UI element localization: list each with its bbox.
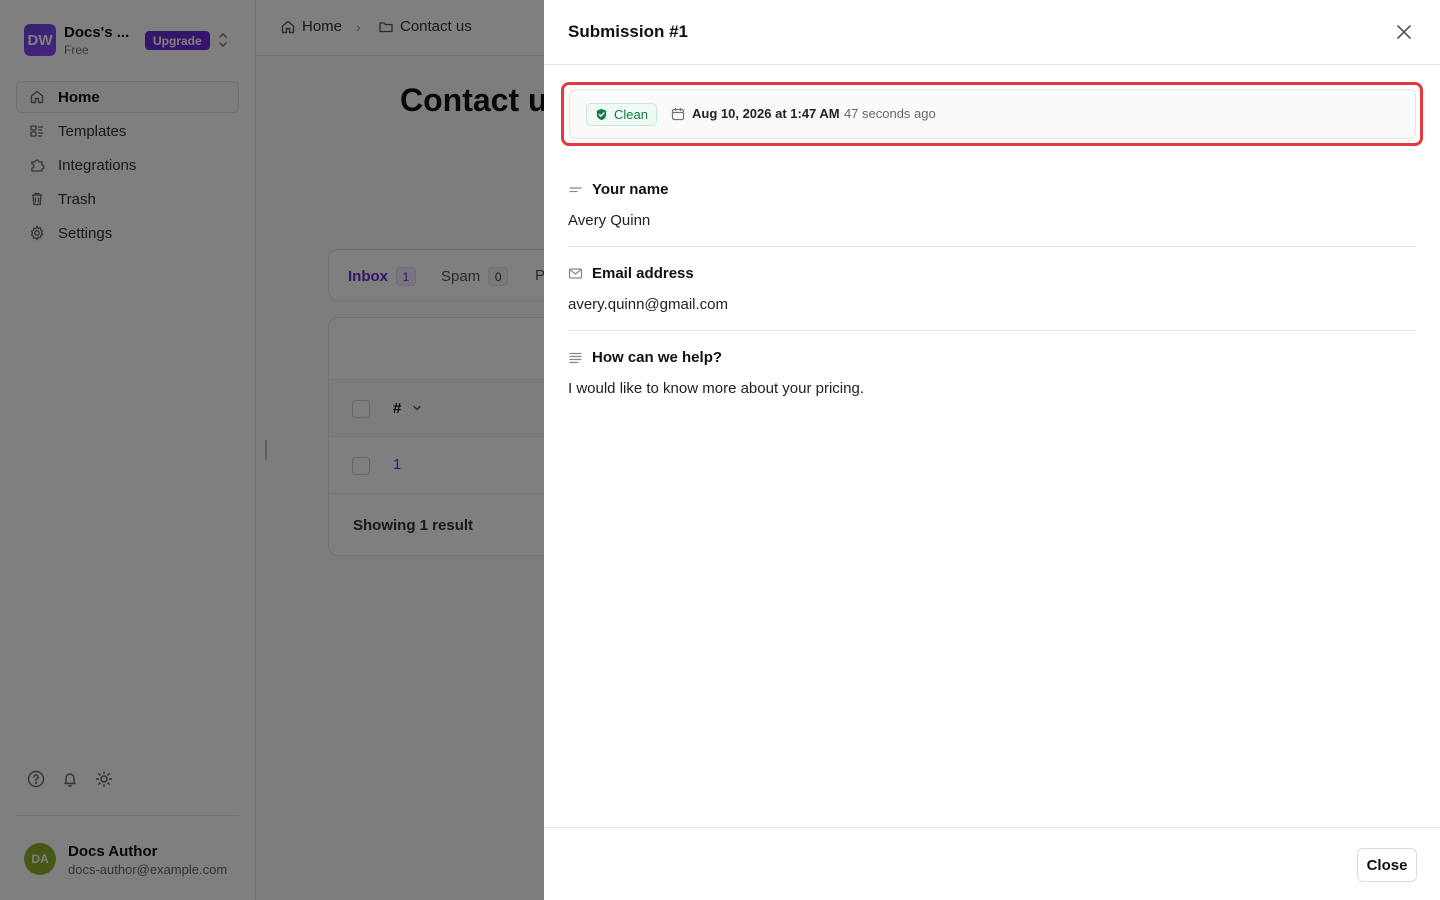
drawer-title: Submission #1	[568, 22, 688, 41]
field-label: Email address	[592, 265, 694, 282]
submission-relative-time: · 47 seconds ago	[836, 106, 936, 121]
field-label: How can we help?	[592, 349, 723, 366]
field-value: Avery Quinn	[568, 212, 651, 229]
submission-date: Aug 10, 2026 at 1:47 AM	[692, 106, 840, 121]
calendar-icon	[671, 107, 685, 121]
status-badge: Clean	[586, 103, 657, 126]
submission-meta: Clean Aug 10, 2026 at 1:47 AM · 47 secon…	[569, 89, 1416, 139]
divider	[568, 246, 1416, 247]
field-label: Your name	[592, 181, 669, 198]
field-value: I would like to know more about your pri…	[568, 380, 864, 397]
status-label: Clean	[614, 107, 648, 122]
shield-check-icon	[596, 108, 607, 121]
close-icon[interactable]	[1394, 22, 1414, 42]
drawer-header: Submission #1	[544, 0, 1440, 65]
submission-drawer: Submission #1 Clean Aug 10, 2026 at 1:47…	[544, 0, 1440, 900]
close-button[interactable]: Close	[1357, 848, 1417, 882]
long-text-icon	[568, 350, 583, 365]
field-value: avery.quinn@gmail.com	[568, 296, 729, 313]
divider	[568, 330, 1416, 331]
mail-icon	[568, 266, 583, 281]
drawer-footer: Close	[544, 827, 1440, 900]
short-text-icon	[568, 182, 583, 197]
